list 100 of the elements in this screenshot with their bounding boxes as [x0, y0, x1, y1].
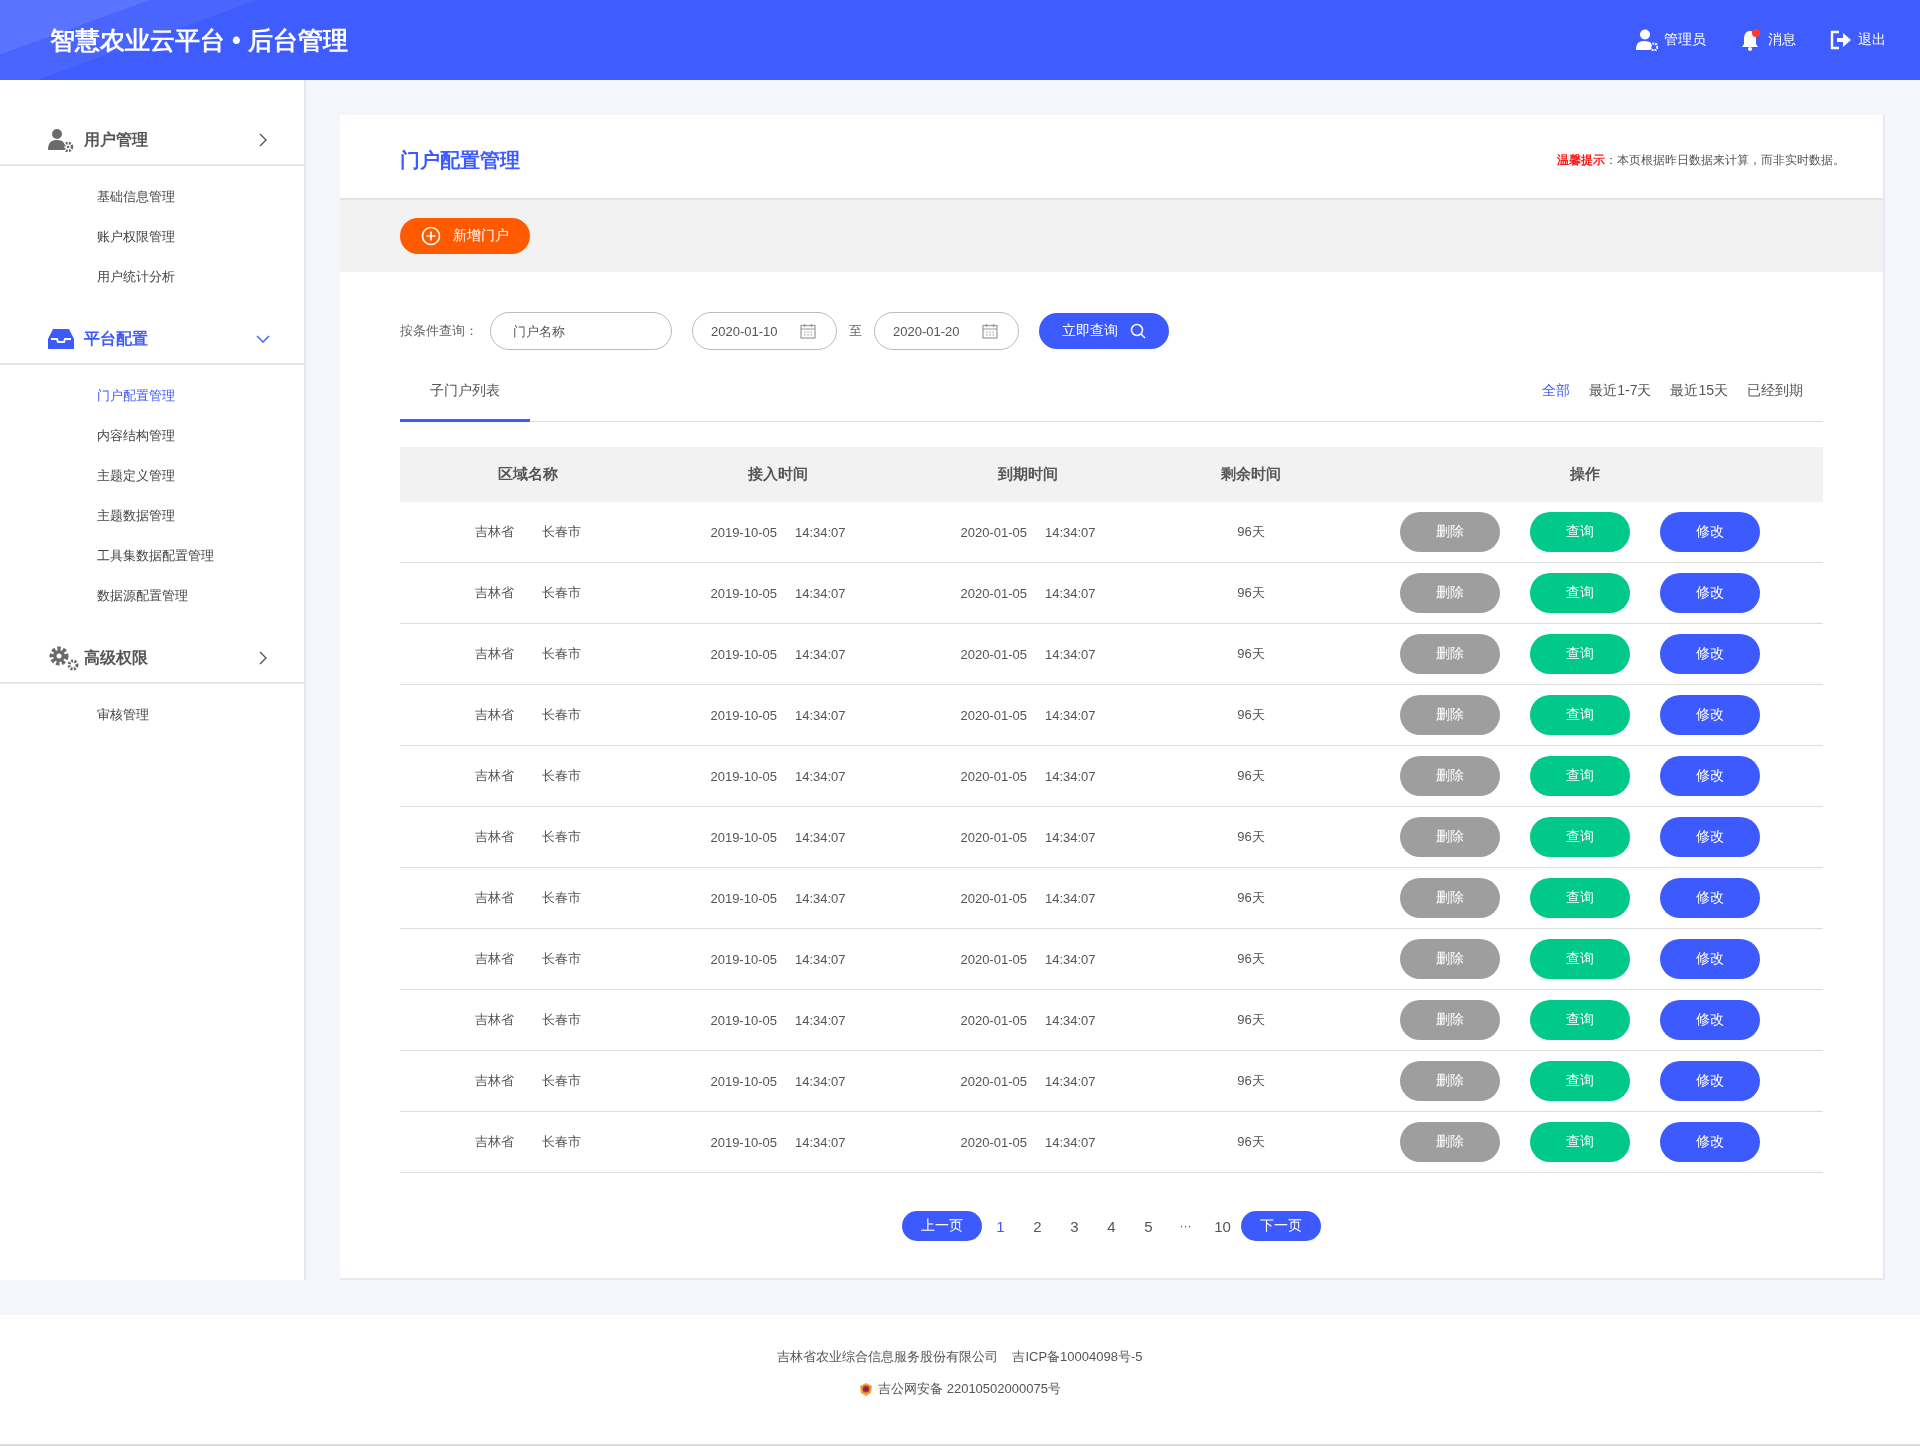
page-link[interactable]: 3	[1056, 1217, 1093, 1235]
date-cell: 2019-10-05	[710, 890, 777, 906]
sidebar-group[interactable]: 高级权限	[0, 634, 304, 684]
time-cell: 14:34:07	[794, 707, 846, 723]
date-cell: 2020-01-05	[960, 1073, 1027, 1089]
edit-button[interactable]: 修改	[1659, 817, 1760, 857]
inbox-icon	[48, 328, 74, 350]
remaining-cell: 96天	[1237, 828, 1265, 846]
remaining-cell: 96天	[1237, 706, 1265, 724]
date-cell: 2020-01-05	[960, 1012, 1027, 1028]
date-cell: 2019-10-05	[710, 707, 777, 723]
calendar-icon	[982, 323, 998, 339]
header-link[interactable]: 管理员	[1636, 29, 1706, 51]
user-gear-icon	[48, 128, 74, 152]
page-ellipsis: ···	[1178, 1219, 1193, 1233]
edit-button[interactable]: 修改	[1659, 1122, 1760, 1162]
remaining-cell: 96天	[1237, 523, 1265, 541]
date-cell: 2020-01-05	[960, 829, 1027, 845]
add-button[interactable]: 新增门户	[400, 218, 530, 254]
date-cell: 2019-10-05	[710, 1012, 777, 1028]
region-cell: 吉林省	[475, 584, 514, 602]
logout-icon	[1830, 30, 1852, 50]
delete-button[interactable]: 删除	[1399, 756, 1500, 796]
region-cell: 吉林省	[475, 828, 514, 846]
delete-button[interactable]: 删除	[1399, 695, 1500, 735]
date-cell: 2019-10-05	[710, 768, 777, 784]
sidebar-item[interactable]: 主题定义管理	[0, 456, 175, 496]
delete-button[interactable]: 删除	[1399, 1000, 1500, 1040]
remaining-cell: 96天	[1237, 645, 1265, 663]
region-cell: 长春市	[542, 950, 581, 968]
remaining-cell: 96天	[1237, 584, 1265, 602]
time-cell: 14:34:07	[794, 1012, 846, 1028]
sidebar-item[interactable]: 内容结构管理	[0, 416, 175, 456]
next-page-button[interactable]: 下一页	[1241, 1211, 1321, 1241]
delete-button[interactable]: 删除	[1399, 1061, 1500, 1101]
edit-button[interactable]: 修改	[1659, 634, 1760, 674]
delete-button[interactable]: 删除	[1399, 878, 1500, 918]
column-header: 操作	[1568, 465, 1601, 484]
list-tab[interactable]: 子门户列表	[400, 362, 530, 422]
previous-page-button[interactable]: 上一页	[902, 1211, 982, 1241]
page-link[interactable]: 4	[1093, 1217, 1130, 1235]
edit-button[interactable]: 修改	[1659, 573, 1760, 613]
remaining-cell: 96天	[1237, 1072, 1265, 1090]
time-cell: 14:34:07	[1044, 1073, 1096, 1089]
range-filter[interactable]: 最近15天	[1670, 381, 1728, 400]
time-cell: 14:34:07	[1044, 646, 1096, 662]
range-filter[interactable]: 全部	[1542, 381, 1571, 400]
sidebar-item[interactable]: 工具集数据配置管理	[0, 536, 214, 576]
edit-button[interactable]: 修改	[1659, 1061, 1760, 1101]
sidebar-item[interactable]: 账户权限管理	[0, 217, 175, 257]
page-link[interactable]: 5	[1130, 1217, 1167, 1235]
region-cell: 吉林省	[475, 645, 514, 663]
range-filter[interactable]: 最近1-7天	[1589, 381, 1652, 400]
remaining-cell: 96天	[1237, 889, 1265, 907]
page-link[interactable]: 2	[1019, 1217, 1056, 1235]
edit-button[interactable]: 修改	[1659, 1000, 1760, 1040]
delete-button[interactable]: 删除	[1399, 939, 1500, 979]
page-link[interactable]: 1	[982, 1217, 1019, 1235]
region-cell: 长春市	[542, 706, 581, 724]
sidebar-item[interactable]: 数据源配置管理	[0, 576, 188, 616]
sidebar-item[interactable]: 主题数据管理	[0, 496, 175, 536]
date-field[interactable]: 2020-01-10	[692, 312, 837, 350]
header-link[interactable]: 消息	[1740, 29, 1796, 51]
sidebar-group[interactable]: 用户管理	[0, 116, 304, 166]
search-field[interactable]: 门户名称	[490, 312, 672, 350]
sidebar-item[interactable]: 审核管理	[0, 695, 149, 735]
delete-button[interactable]: 删除	[1399, 573, 1500, 613]
delete-button[interactable]: 删除	[1399, 817, 1500, 857]
date-cell: 2019-10-05	[710, 646, 777, 662]
date-cell: 2020-01-05	[960, 524, 1027, 540]
sidebar-group[interactable]: 平台配置	[0, 315, 304, 365]
edit-button[interactable]: 修改	[1659, 939, 1760, 979]
delete-button[interactable]: 删除	[1399, 1122, 1500, 1162]
header-link[interactable]: 退出	[1830, 29, 1886, 51]
page-link[interactable]: 10	[1204, 1217, 1241, 1235]
time-cell: 14:34:07	[1044, 707, 1096, 723]
edit-button[interactable]: 修改	[1659, 512, 1760, 552]
column-header: 接入时间	[747, 465, 809, 484]
edit-button[interactable]: 修改	[1659, 878, 1760, 918]
date-field[interactable]: 2020-01-20	[874, 312, 1019, 350]
sidebar-item[interactable]: 门户配置管理	[0, 376, 175, 416]
column-header: 区域名称	[497, 465, 559, 484]
icp-number: 吉ICP备10004098号-5	[1012, 1348, 1143, 1366]
time-cell: 14:34:07	[794, 1073, 846, 1089]
sidebar-item[interactable]: 基础信息管理	[0, 177, 175, 217]
search-button[interactable]: 立即查询	[1039, 313, 1169, 349]
gears-icon	[48, 645, 80, 671]
delete-button[interactable]: 删除	[1399, 634, 1500, 674]
region-cell: 长春市	[542, 767, 581, 785]
time-cell: 14:34:07	[1044, 768, 1096, 784]
range-filter[interactable]: 已经到期	[1747, 381, 1803, 400]
edit-button[interactable]: 修改	[1659, 756, 1760, 796]
edit-button[interactable]: 修改	[1659, 695, 1760, 735]
column-header: 剩余时间	[1220, 465, 1282, 484]
time-cell: 14:34:07	[794, 890, 846, 906]
region-cell: 长春市	[542, 523, 581, 541]
sidebar-item[interactable]: 用户统计分析	[0, 257, 175, 297]
time-cell: 14:34:07	[1044, 585, 1096, 601]
date-cell: 2020-01-05	[960, 951, 1027, 967]
delete-button[interactable]: 删除	[1399, 512, 1500, 552]
